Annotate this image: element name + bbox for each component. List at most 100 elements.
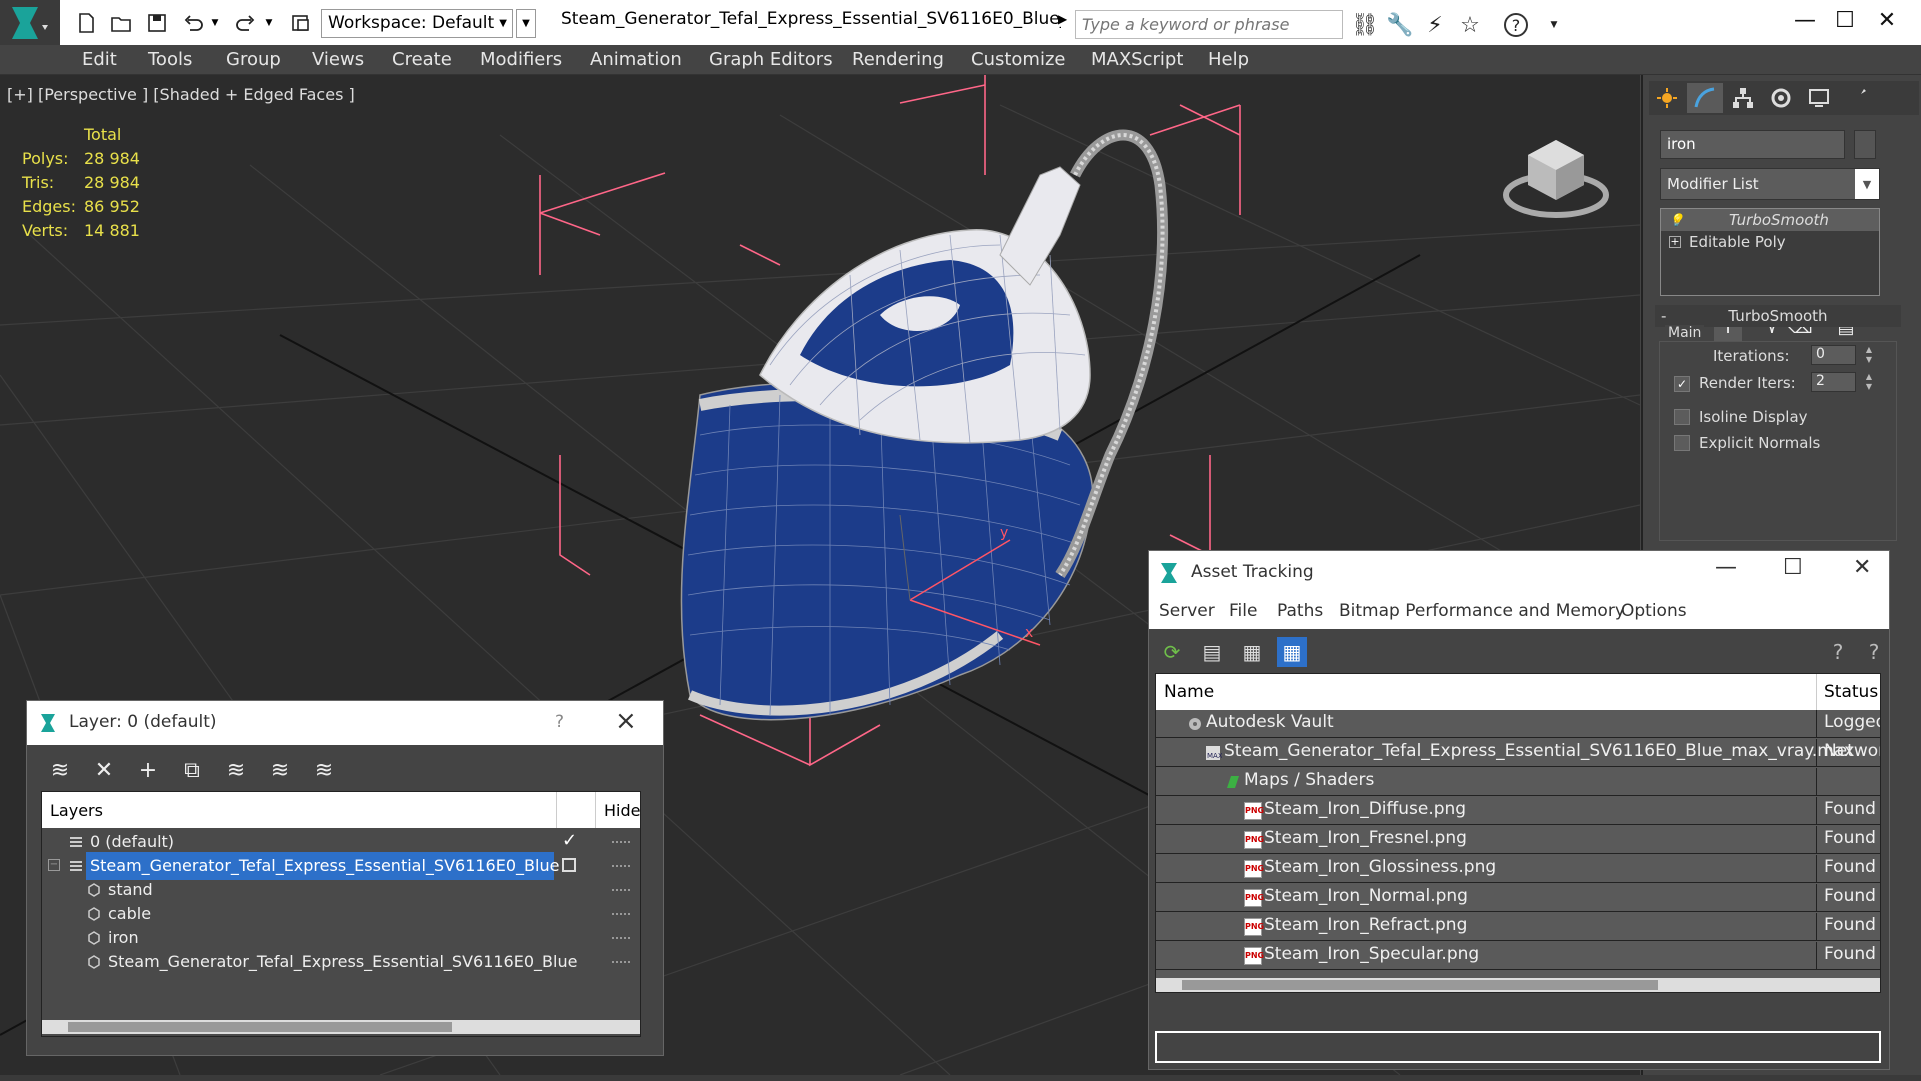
search-input[interactable] — [1082, 15, 1336, 34]
menu-customize[interactable]: Customize — [971, 49, 1065, 70]
vault-help-icon[interactable]: ? — [1823, 637, 1853, 667]
active-layer-check-icon[interactable]: ✓ — [562, 830, 577, 851]
search-field[interactable] — [1075, 10, 1343, 39]
lightbulb-icon[interactable]: 💡 — [1669, 213, 1689, 227]
close-icon[interactable]: ✕ — [1853, 555, 1871, 580]
refresh-icon[interactable]: ⟳ — [1157, 637, 1187, 667]
collapse-icon[interactable]: - — [1661, 305, 1666, 327]
menu-edit[interactable]: Edit — [82, 49, 117, 70]
scrollbar-thumb[interactable] — [1182, 980, 1658, 990]
menu-rendering[interactable]: Rendering — [852, 49, 944, 70]
scrollbar-thumb[interactable] — [68, 1022, 452, 1032]
undo-icon[interactable] — [180, 10, 206, 36]
view-cube-icon[interactable] — [1498, 125, 1614, 225]
modify-tab-icon[interactable] — [1687, 83, 1723, 113]
column-hide[interactable]: Hide — [604, 801, 640, 820]
minimize-button[interactable]: — — [1715, 555, 1737, 580]
render-iters-checkbox[interactable]: ✓ — [1674, 376, 1690, 392]
close-button[interactable]: ✕ — [1852, 0, 1921, 40]
turbosmooth-rollout-header[interactable]: - TurboSmooth — [1655, 305, 1901, 327]
object-color-swatch[interactable] — [1854, 130, 1876, 159]
undo-dropdown-icon[interactable]: ▼ — [208, 10, 222, 36]
list-view-icon[interactable]: ▤ — [1197, 637, 1227, 667]
asset-row[interactable]: PNG Steam_Iron_Specular.png Found — [1156, 942, 1880, 970]
workspace-options-icon[interactable]: ▼ — [516, 9, 536, 38]
spinner-arrows-icon[interactable]: ▲ ▼ — [1863, 345, 1875, 365]
asset-path-field[interactable] — [1155, 1031, 1881, 1063]
select-layer-icon[interactable]: ≋ — [221, 755, 251, 785]
redo-icon[interactable] — [233, 10, 259, 36]
explicit-normals-checkbox[interactable] — [1674, 435, 1690, 451]
asset-row[interactable]: PNG Steam_Iron_Glossiness.png Found — [1156, 855, 1880, 883]
collapse-icon[interactable]: − — [48, 859, 60, 871]
help-button[interactable]: ? — [555, 712, 564, 732]
help-dropdown-icon[interactable]: ▼ — [1540, 11, 1568, 39]
steam-generator-model[interactable]: y x — [680, 129, 1169, 721]
search-expand-icon[interactable]: ▶ — [1058, 12, 1070, 26]
menu-graph-editors[interactable]: Graph Editors — [709, 49, 833, 70]
isoline-checkbox[interactable] — [1674, 409, 1690, 425]
hide-toggle[interactable] — [612, 913, 630, 915]
stack-item-turbosmooth[interactable]: 💡 TurboSmooth — [1661, 209, 1879, 231]
maximize-button[interactable]: ☐ — [1783, 555, 1803, 580]
menu-server[interactable]: Server — [1159, 601, 1215, 621]
asset-row[interactable]: PNG Steam_Iron_Refract.png Found — [1156, 913, 1880, 941]
menu-bitmap-performance[interactable]: Bitmap Performance and Memory — [1339, 601, 1625, 621]
menu-options[interactable]: Options — [1621, 601, 1687, 621]
column-status[interactable]: Status — [1824, 682, 1878, 702]
create-tab-icon[interactable] — [1649, 83, 1685, 113]
key-icon[interactable]: 🔧 — [1386, 11, 1414, 39]
motion-tab-icon[interactable] — [1763, 83, 1799, 113]
hide-layers-icon[interactable]: ≋ — [265, 755, 295, 785]
object-row[interactable]: Steam_Generator_Tefal_Express_Essential_… — [42, 948, 640, 976]
menu-animation[interactable]: Animation — [590, 49, 682, 70]
hide-toggle[interactable] — [612, 937, 630, 939]
vault-settings-icon[interactable]: ? — [1859, 637, 1889, 667]
redo-dropdown-icon[interactable]: ▼ — [262, 10, 276, 36]
stack-item-editable-poly[interactable]: + Editable Poly — [1661, 231, 1879, 253]
hide-toggle[interactable] — [612, 961, 630, 963]
hide-toggle[interactable] — [612, 841, 630, 843]
menu-tools[interactable]: Tools — [148, 49, 192, 70]
menu-help[interactable]: Help — [1208, 49, 1249, 70]
horizontal-scrollbar[interactable] — [42, 1020, 640, 1034]
workspace-dropdown[interactable]: Workspace: Default ▼ — [321, 9, 513, 38]
viewport-label[interactable]: [+] [Perspective ] [Shaded + Edged Faces… — [7, 85, 355, 104]
menu-create[interactable]: Create — [392, 49, 452, 70]
thumbnail-view-icon[interactable]: ▦ — [1237, 637, 1267, 667]
expand-icon[interactable]: + — [1669, 236, 1681, 248]
open-file-icon[interactable] — [108, 10, 134, 36]
utilities-tab-icon[interactable] — [1839, 83, 1875, 113]
menu-group[interactable]: Group — [226, 49, 281, 70]
asset-row[interactable]: PNG Steam_Iron_Diffuse.png Found — [1156, 797, 1880, 825]
star-icon[interactable]: ☆ — [1456, 11, 1484, 39]
menu-paths[interactable]: Paths — [1277, 601, 1323, 621]
help-icon[interactable]: ? — [1504, 13, 1528, 37]
asset-row[interactable]: PNG Steam_Iron_Normal.png Found — [1156, 884, 1880, 912]
project-folder-icon[interactable] — [288, 10, 314, 36]
asset-row[interactable]: MAX Steam_Generator_Tefal_Express_Essent… — [1156, 739, 1880, 767]
menu-file[interactable]: File — [1229, 601, 1257, 621]
close-icon[interactable]: × — [615, 706, 637, 736]
menu-views[interactable]: Views — [312, 49, 364, 70]
display-tab-icon[interactable] — [1801, 83, 1837, 113]
save-file-icon[interactable] — [144, 10, 170, 36]
set-active-checkbox[interactable] — [562, 858, 576, 872]
app-menu-button[interactable] — [0, 0, 60, 45]
menu-maxscript[interactable]: MAXScript — [1091, 49, 1183, 70]
spinner-arrows-icon[interactable]: ▲ ▼ — [1863, 372, 1875, 392]
asset-row[interactable]: Maps / Shaders — [1156, 768, 1880, 796]
new-layer-icon[interactable]: ≋ — [45, 755, 75, 785]
add-to-layer-icon[interactable]: + — [133, 755, 163, 785]
menu-modifiers[interactable]: Modifiers — [480, 49, 562, 70]
iterations-spinner[interactable]: 0 — [1811, 345, 1856, 365]
table-view-icon[interactable]: ▦ — [1277, 637, 1307, 667]
new-file-icon[interactable] — [73, 10, 99, 36]
freeze-layers-icon[interactable]: ≋ — [309, 755, 339, 785]
asset-row[interactable]: PNG Steam_Iron_Fresnel.png Found — [1156, 826, 1880, 854]
column-layers[interactable]: Layers — [50, 801, 103, 820]
horizontal-scrollbar[interactable] — [1156, 978, 1880, 992]
select-objects-icon[interactable]: ⧉ — [177, 755, 207, 785]
object-name-field[interactable]: iron — [1660, 130, 1845, 159]
hide-toggle[interactable] — [612, 865, 630, 867]
